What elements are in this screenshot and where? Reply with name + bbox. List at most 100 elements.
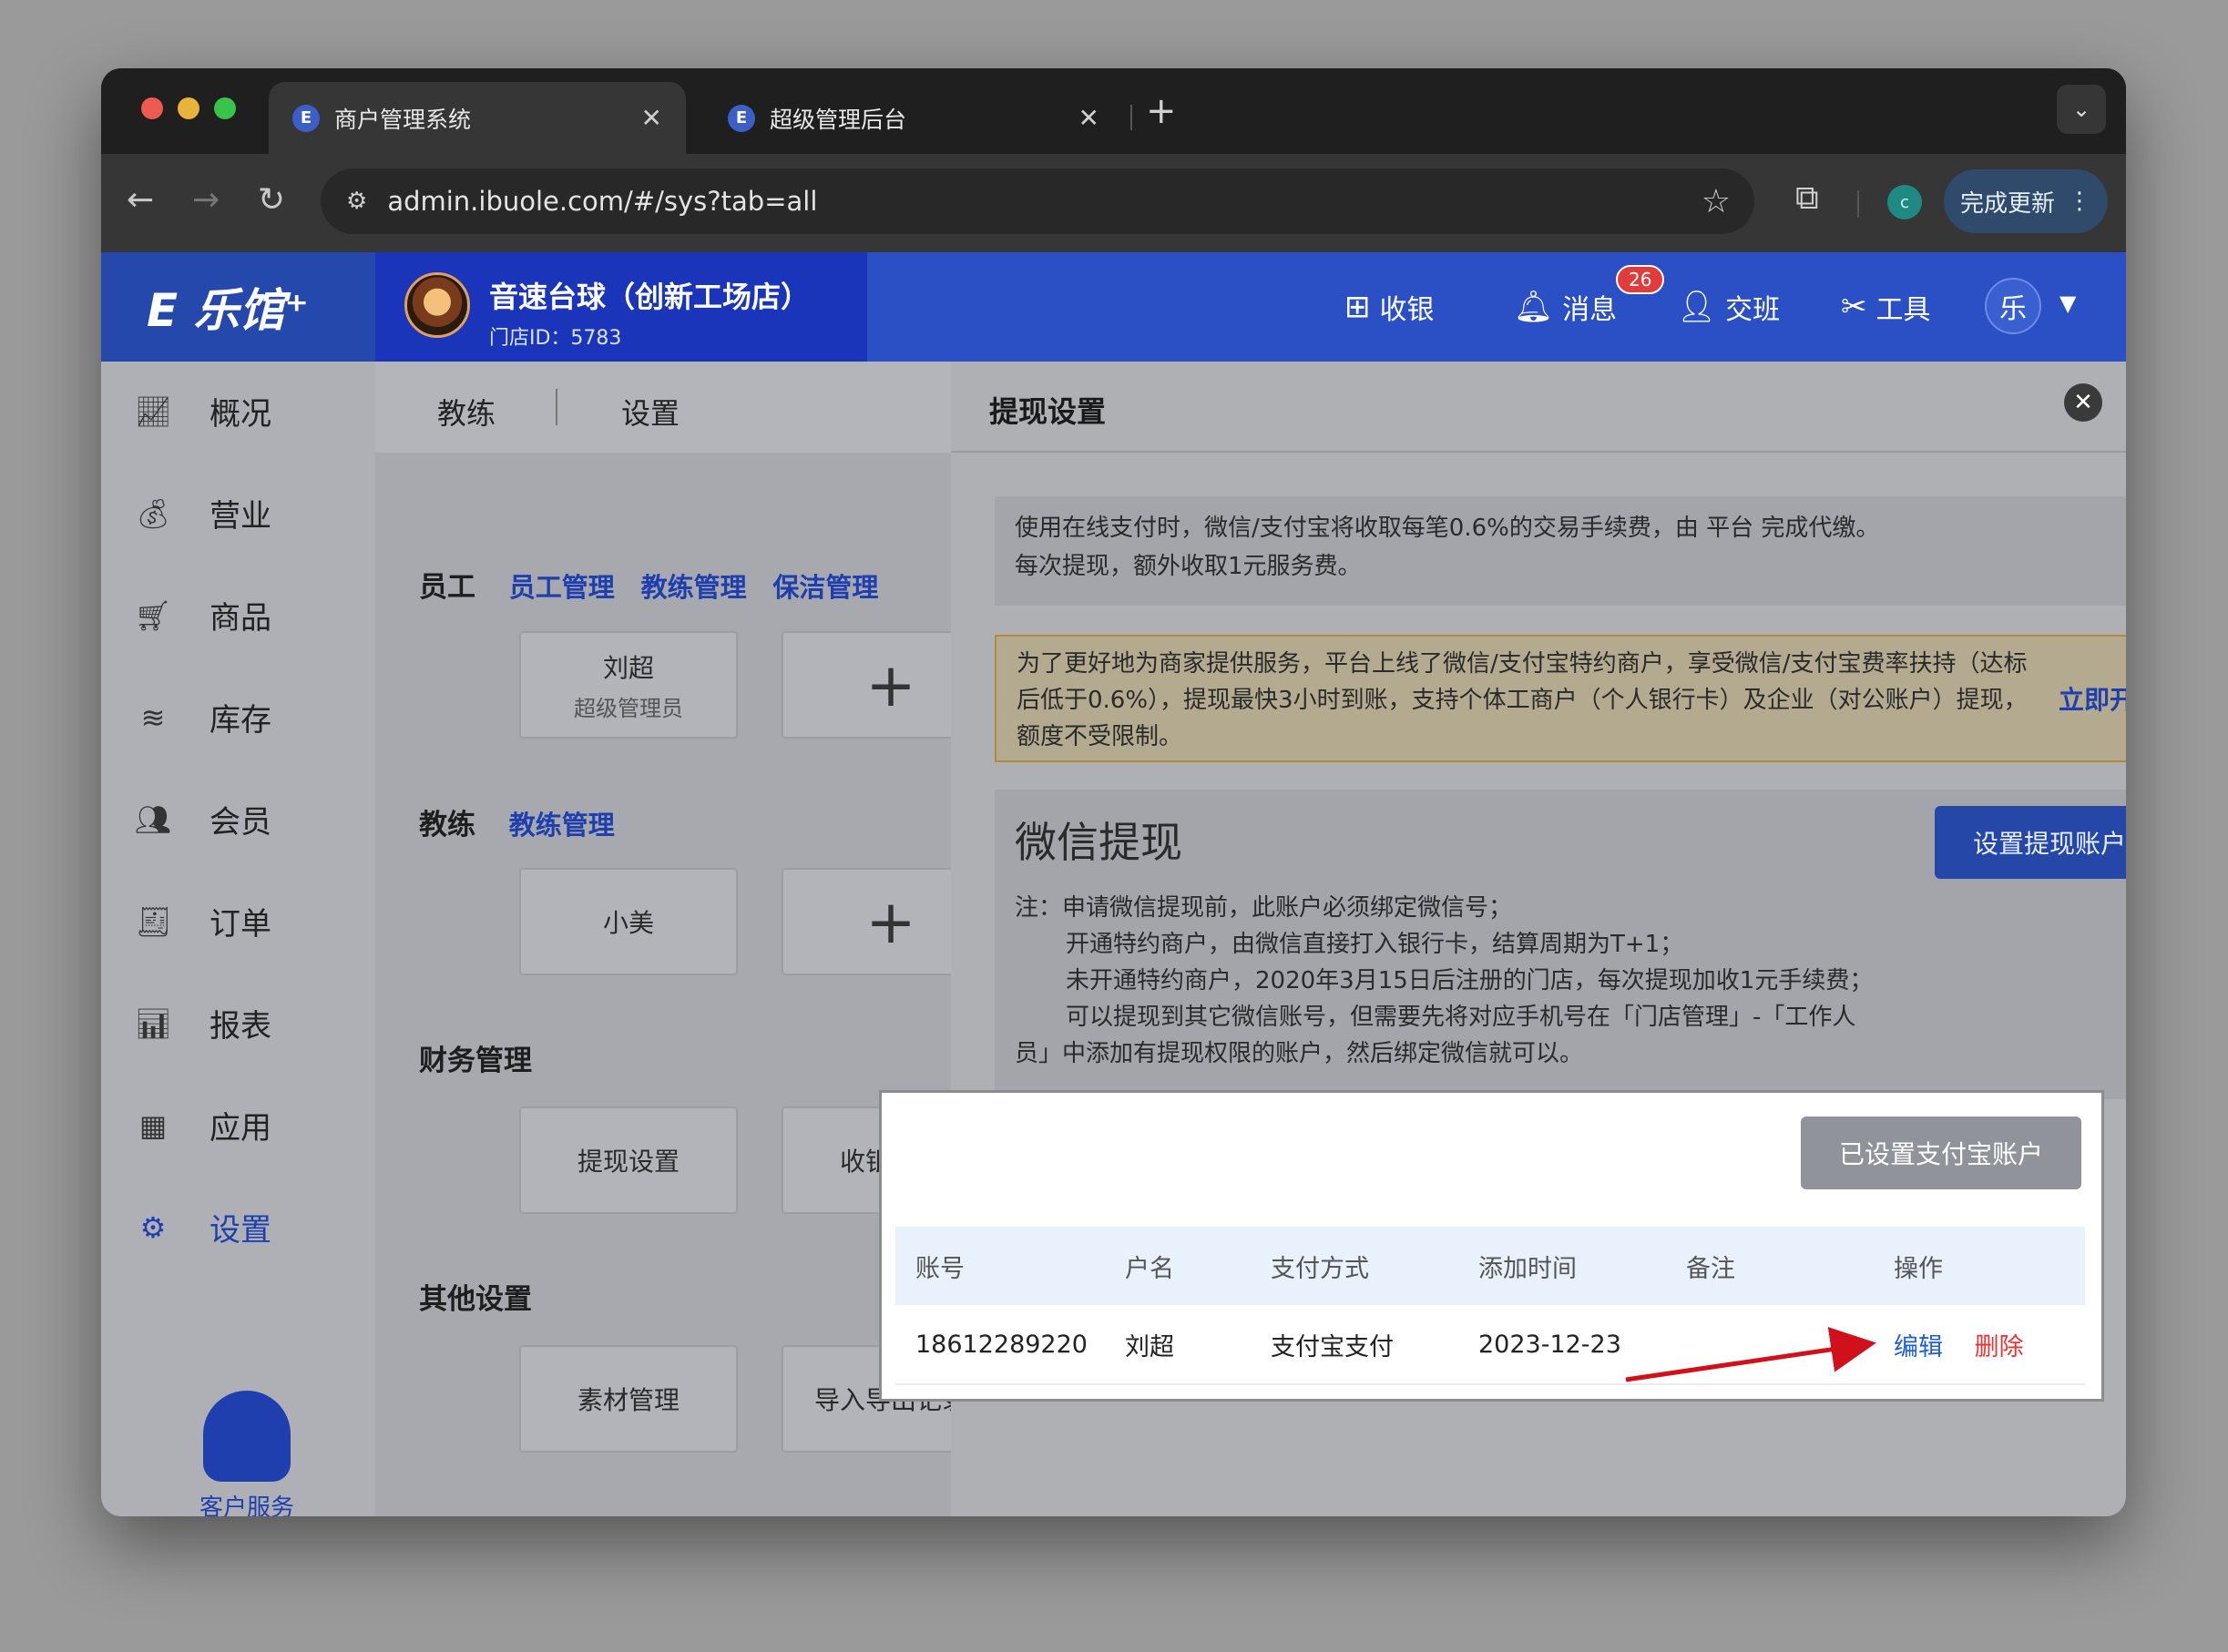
header-tools[interactable]: ✂︎ 工具 <box>1841 287 1931 327</box>
tab-coach[interactable]: 教练 <box>437 391 496 433</box>
gear-icon: ⚙ <box>139 1209 167 1245</box>
tab-title: 商户管理系统 <box>334 106 472 133</box>
url-text: admin.ibuole.com/#/sys?tab=all <box>387 186 818 217</box>
material-management-card[interactable]: 素材管理 <box>519 1345 738 1453</box>
order-icon: 🧾︎ <box>134 903 172 939</box>
sidebar-item-members[interactable]: 👥︎ 会员 <box>133 797 271 841</box>
sidebar-item-inventory[interactable]: ≋ 库存 <box>133 695 271 739</box>
user-avatar[interactable]: 乐 <box>1985 278 2041 334</box>
header-messages[interactable]: 🔔︎ 消息 <box>1514 287 1617 327</box>
app-favicon-icon: E <box>728 104 755 132</box>
sidebar-item-products[interactable]: 🛒︎ 商品 <box>133 593 271 637</box>
sidebar-item-apps[interactable]: ▦ 应用 <box>133 1103 271 1147</box>
set-withdraw-account-button[interactable]: 设置提现账户 <box>1935 806 2126 879</box>
back-arrow-icon[interactable]: ← <box>127 181 154 219</box>
store-name: 音速台球（创新工场店） <box>489 280 811 314</box>
forward-arrow-icon[interactable]: → <box>192 181 220 219</box>
col-remark: 备注 <box>1686 1254 1735 1283</box>
open-now-link[interactable]: 立即开通 <box>2059 682 2126 719</box>
settings-content: 教练 设置 员工 员工管理 教练管理 保洁管理 刘超 超级管理员 + 教练 教练… <box>375 362 1000 1516</box>
sidebar-item-orders[interactable]: 🧾︎ 订单 <box>133 899 271 943</box>
coach-card[interactable]: 小美 <box>519 868 738 975</box>
close-drawer-button[interactable]: ✕ <box>2064 383 2102 422</box>
link-staff-management[interactable]: 员工管理 <box>509 572 615 603</box>
fee-notice-line: 使用在线支付时，微信/支付宝将收取每笔0.6%的交易手续费，由 平台 完成代缴。 <box>1015 515 1880 542</box>
sidebar-item-reports[interactable]: 📊︎ 报表 <box>133 1001 271 1045</box>
report-icon: 📊︎ <box>134 1005 172 1041</box>
toolbar-divider <box>1857 190 1859 218</box>
link-coach-management[interactable]: 教练管理 <box>641 572 747 603</box>
close-tab-icon[interactable]: ✕ <box>641 103 662 133</box>
header-shift-label: 交班 <box>1725 294 1781 326</box>
header-messages-label: 消息 <box>1562 294 1618 326</box>
cell-date: 2023-12-23 <box>1478 1330 1621 1359</box>
new-tab-icon[interactable]: + <box>1146 90 1177 132</box>
header-shift[interactable]: 👤︎ 交班 <box>1677 287 1780 327</box>
sidebar-item-label: 应用 <box>210 1110 271 1147</box>
tab-settings[interactable]: 设置 <box>621 391 680 433</box>
update-button[interactable]: 完成更新 ⋮ <box>1944 169 2108 233</box>
sidebar: 📈︎ 概况 💰︎ 营业 🛒︎ 商品 ≋ 库存 👥︎ 会员 🧾︎ 订单 📊︎ 报表 ▦ 应用 ⚙ 设… <box>101 362 375 1516</box>
address-bar[interactable]: ⚙ admin.ibuole.com/#/sys?tab=all ☆ <box>321 168 1754 234</box>
sidebar-item-label: 库存 <box>210 702 271 739</box>
maximize-window-button[interactable] <box>214 97 236 119</box>
link-coach-management[interactable]: 教练管理 <box>509 810 615 841</box>
alipay-table-header: 账号 户名 支付方式 添加时间 备注 操作 <box>895 1227 2085 1305</box>
col-account: 账号 <box>915 1254 965 1283</box>
header-cashier-label: 收银 <box>1379 294 1435 326</box>
edit-button[interactable]: 编辑 <box>1894 1333 1943 1361</box>
note-line: 员」中添加有提现权限的账户，然后绑定微信就可以。 <box>1015 1040 1584 1067</box>
tab-strip: E 商户管理系统 ✕ E 超级管理后台 ✕ + ⌄ <box>101 68 2126 154</box>
tab-search-chevron-icon[interactable]: ⌄ <box>2057 85 2106 134</box>
cashier-icon: ⊞ <box>1344 289 1371 325</box>
chart-icon: 📈︎ <box>134 393 172 429</box>
cell-name: 刘超 <box>1125 1332 1174 1361</box>
extensions-icon[interactable]: ⧉ <box>1795 179 1819 218</box>
app-favicon-icon: E <box>292 104 320 132</box>
close-window-button[interactable] <box>141 97 163 119</box>
alipay-account-set-button[interactable]: 已设置支付宝账户 <box>1801 1117 2081 1189</box>
cell-account: 18612289220 <box>915 1330 1088 1359</box>
alipay-account-section: 已设置支付宝账户 账号 户名 支付方式 添加时间 备注 操作 186122892… <box>879 1090 2104 1402</box>
apps-icon: ▦ <box>138 1107 168 1143</box>
sidebar-item-business[interactable]: 💰︎ 营业 <box>133 491 271 535</box>
headset-icon <box>203 1391 291 1482</box>
header-cashier[interactable]: ⊞ 收银 <box>1344 287 1435 327</box>
tab-super-admin[interactable]: E 超级管理后台 ✕ <box>704 82 1123 154</box>
profile-avatar[interactable]: c <box>1887 185 1922 219</box>
table-row: 18612289220 刘超 支付宝支付 2023-12-23 编辑 删除 <box>895 1305 2085 1385</box>
card-label: 素材管理 <box>577 1385 680 1415</box>
sidebar-item-settings[interactable]: ⚙ 设置 <box>133 1205 271 1249</box>
customer-service[interactable]: 客户服务 <box>192 1391 301 1516</box>
bookmark-star-icon[interactable]: ☆ <box>1702 183 1731 220</box>
content-tabs: 教练 设置 <box>375 362 951 453</box>
delete-button[interactable]: 删除 <box>1975 1333 2024 1361</box>
tab-merchant[interactable]: E 商户管理系统 ✕ <box>269 82 686 154</box>
site-settings-icon[interactable]: ⚙ <box>346 188 367 215</box>
drawer-header: 提现设置 ✕ <box>951 362 2126 453</box>
wechat-withdraw-title: 微信提现 <box>1015 818 1182 867</box>
special-merchant-notice: 为了更好地为商家提供服务，平台上线了微信/支付宝特约商户，享受微信/支付宝费率扶… <box>995 635 2126 762</box>
minimize-window-button[interactable] <box>178 97 199 119</box>
close-tab-icon[interactable]: ✕ <box>1078 103 1099 133</box>
update-button-label: 完成更新 <box>1959 189 2055 218</box>
members-icon: 👥︎ <box>134 801 172 837</box>
withdraw-settings-card[interactable]: 提现设置 <box>519 1106 738 1214</box>
store-id: 门店ID：5783 <box>489 327 622 350</box>
browser-toolbar: ← → ↻ ⚙ admin.ibuole.com/#/sys?tab=all ☆… <box>101 154 2126 252</box>
store-switcher[interactable]: 音速台球（创新工场店） 门店ID：5783 <box>375 252 867 362</box>
col-actions: 操作 <box>1894 1254 1943 1283</box>
cell-method: 支付宝支付 <box>1271 1332 1394 1361</box>
note-line: 未开通特约商户，2020年3月15日后注册的门店，每次提现加收1元手续费； <box>1066 967 1874 994</box>
reload-icon[interactable]: ↻ <box>258 181 285 219</box>
tab-title: 超级管理后台 <box>770 106 907 133</box>
sidebar-item-overview[interactable]: 📈︎ 概况 <box>133 389 271 433</box>
section-staff-title: 员工 <box>419 571 475 604</box>
note-line: 开通特约商户，由微信直接打入银行卡，结算周期为T+1； <box>1066 931 1684 958</box>
staff-card[interactable]: 刘超 超级管理员 <box>519 631 738 739</box>
sidebar-item-label: 概况 <box>210 396 271 433</box>
app-logo[interactable]: E 乐馆⁺ <box>101 252 375 362</box>
caret-down-icon[interactable]: ▼ <box>2059 291 2076 316</box>
link-cleaning-management[interactable]: 保洁管理 <box>772 572 878 603</box>
sidebar-item-label: 报表 <box>210 1008 271 1045</box>
